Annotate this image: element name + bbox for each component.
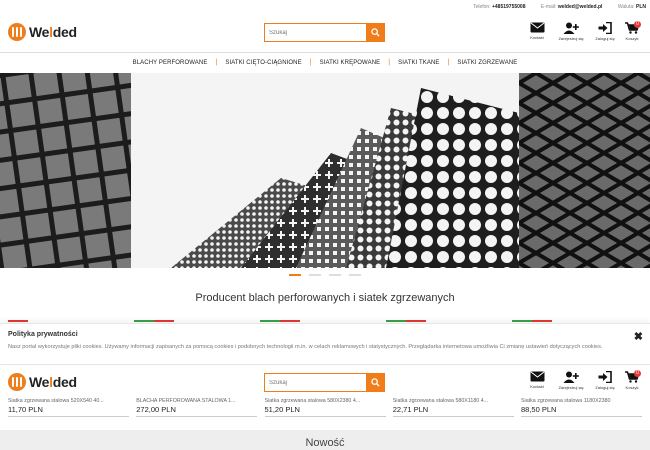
product-name[interactable]: BLACHA PERFOROWANA STALOWA 1... <box>136 398 257 404</box>
product-name[interactable]: Siatka zgrzewana stalowa 580X2380 4... <box>265 398 386 404</box>
user-plus-icon <box>563 371 579 383</box>
search-form <box>264 23 385 42</box>
cookie-title: Polityka prywatności <box>8 331 78 338</box>
cookie-banner: Polityka prywatności Nasz portal wykorzy… <box>0 323 650 365</box>
slider-dot[interactable] <box>349 274 361 276</box>
search-button[interactable] <box>366 373 385 392</box>
phone-info[interactable]: Telefon: +48519755008 <box>473 4 525 10</box>
product-card[interactable]: BLACHA PERFOROWANA STALOWA 1... 272,00 P… <box>136 398 258 417</box>
nav-item-blachy-perforowane[interactable]: BLACHY PERFOROWANE <box>125 60 216 66</box>
register-button[interactable]: Zarejestruj się <box>554 371 588 390</box>
register-label: Zarejestruj się <box>558 385 584 390</box>
nav-item-siatki-cieto-ciagnione[interactable]: SIATKI CIĘTO-CIĄGNIONE <box>217 60 309 66</box>
currency-value[interactable]: PLN <box>636 4 646 10</box>
main-nav: BLACHY PERFOROWANE | SIATKI CIĘTO-CIĄGNI… <box>0 52 650 72</box>
product-card[interactable]: Siatka zgrzewana stalowa 1180X2380 88,50… <box>521 398 642 417</box>
logo-mark-icon <box>8 23 26 41</box>
search-form <box>264 373 385 392</box>
register-button[interactable]: Zarejestruj się <box>554 22 588 41</box>
cookie-text: Nasz portal wykorzystuje pliki cookies. … <box>8 344 603 350</box>
search-input[interactable] <box>264 373 366 392</box>
contact-bar: Telefon: +48519755008 E-mail: welded@wel… <box>459 4 646 10</box>
hero-next-slide <box>519 73 650 268</box>
logo[interactable]: Welded <box>8 373 77 391</box>
slider-dots <box>0 274 650 276</box>
product-price: 88,50 PLN <box>521 405 557 414</box>
phone-number[interactable]: +48519755008 <box>492 4 526 10</box>
login-button[interactable]: Zaloguj się <box>588 22 622 41</box>
nav-item-siatki-zgrzewane[interactable]: SIATKI ZGRZEWANE <box>449 60 525 66</box>
page-headline: Producent blach perforowanych i siatek z… <box>195 292 455 304</box>
search-icon <box>371 378 380 387</box>
login-label: Zaloguj się <box>595 36 615 41</box>
nav-item-siatki-tkane[interactable]: SIATKI TKANE <box>390 60 447 66</box>
slider-dot[interactable] <box>289 274 301 276</box>
email-label: E-mail: <box>540 4 557 10</box>
product-card[interactable]: Siatka zgrzewana stalowa 520X540 40... 1… <box>8 398 129 417</box>
product-list: Siatka zgrzewana stalowa 520X540 40... 1… <box>8 398 642 417</box>
login-label: Zaloguj się <box>595 385 615 390</box>
logo[interactable]: Welded <box>8 23 77 41</box>
phone-label: Telefon: <box>473 4 491 10</box>
product-price: 11,70 PLN <box>8 405 43 414</box>
hero-slide-perforated-sheets <box>131 73 519 268</box>
slider-dot[interactable] <box>309 274 321 276</box>
cart-label: Koszyk <box>625 385 639 390</box>
contact-label: Kontakt <box>530 384 544 389</box>
nav-item-siatki-krepowane[interactable]: SIATKI KRĘPOWANE <box>312 60 389 66</box>
section-title-new: Nowość <box>0 430 650 450</box>
sign-in-icon <box>598 371 612 383</box>
search-icon <box>371 28 380 37</box>
email-address[interactable]: welded@welded.pl <box>558 4 603 10</box>
hero-prev-slide <box>0 73 131 268</box>
product-card[interactable]: Siatka zgrzewana stalowa 580X2380 4... 5… <box>264 398 386 417</box>
cart-count-badge: 0 <box>634 370 641 377</box>
login-button[interactable]: Zaloguj się <box>588 371 622 390</box>
logo-text: Welded <box>29 374 77 390</box>
envelope-icon <box>530 22 544 33</box>
email-info[interactable]: E-mail: welded@welded.pl <box>541 4 603 10</box>
contact-label: Kontakt <box>530 35 544 40</box>
product-name[interactable]: Siatka zgrzewana stalowa 520X540 40... <box>8 398 129 404</box>
product-name[interactable]: Siatka zgrzewana stalowa 580X1180 4... <box>393 398 514 404</box>
contact-button[interactable]: Kontakt <box>520 22 554 41</box>
currency-label: Waluta: <box>617 4 635 10</box>
search-input[interactable] <box>264 23 366 42</box>
hero-slider[interactable] <box>0 73 650 268</box>
sign-in-icon <box>598 22 612 34</box>
header-tools: Kontakt Zarejestruj się Zaloguj się 0 Ko… <box>520 21 642 41</box>
header-tools: Kontakt Zarejestruj się Zaloguj się 0 Ko… <box>520 370 642 390</box>
logo-text: Welded <box>29 24 77 40</box>
slider-dot[interactable] <box>329 274 341 276</box>
product-name[interactable]: Siatka zgrzewana stalowa 1180X2380 <box>521 398 642 404</box>
envelope-icon <box>530 371 544 382</box>
sticky-header: Welded Kontakt Zarejestruj się Zaloguj s… <box>0 369 650 395</box>
currency-info[interactable]: Waluta: PLN <box>618 4 646 10</box>
site-header: Welded Kontakt Zarejestruj się Zaloguj s… <box>0 13 650 51</box>
cart-button[interactable]: 0 Koszyk <box>622 21 642 41</box>
search-button[interactable] <box>366 23 385 42</box>
product-price: 22,71 PLN <box>392 405 429 414</box>
register-label: Zarejestruj się <box>558 36 584 41</box>
logo-mark-icon <box>8 373 26 391</box>
cart-label: Koszyk <box>625 36 639 41</box>
close-icon[interactable]: ✖ <box>634 330 643 343</box>
product-price: 51,20 PLN <box>264 405 300 414</box>
cart-count-badge: 0 <box>634 21 641 28</box>
product-price: 272,00 PLN <box>136 405 176 414</box>
cart-button[interactable]: 0 Koszyk <box>622 370 642 390</box>
contact-button[interactable]: Kontakt <box>520 371 554 390</box>
product-card[interactable]: Siatka zgrzewana stalowa 580X1180 4... 2… <box>392 398 514 417</box>
user-plus-icon <box>563 22 579 34</box>
